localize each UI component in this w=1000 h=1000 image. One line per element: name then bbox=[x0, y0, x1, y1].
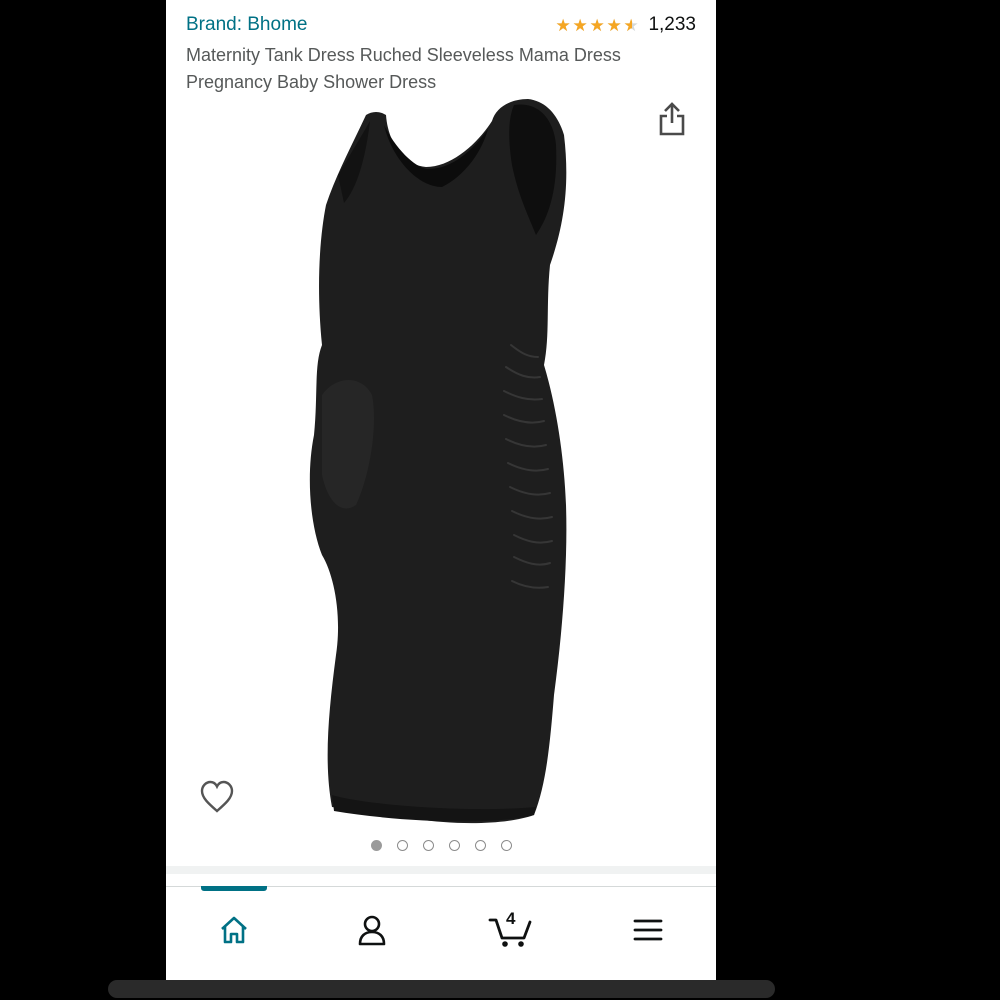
active-tab-indicator bbox=[201, 886, 267, 891]
star-fill: ★ bbox=[555, 16, 571, 34]
star-icon: ★ ★ bbox=[572, 15, 588, 35]
product-title: Maternity Tank Dress Ruched Sleeveless M… bbox=[186, 45, 621, 92]
product-image[interactable] bbox=[166, 95, 716, 835]
bottom-nav: 4 bbox=[166, 886, 716, 980]
pagination-dot[interactable] bbox=[448, 840, 460, 851]
heart-icon bbox=[200, 780, 234, 813]
pagination-dot[interactable] bbox=[500, 840, 512, 851]
nav-account[interactable] bbox=[342, 907, 402, 953]
star-icon: ★ ★ bbox=[606, 15, 622, 35]
star-rating: ★ ★ ★ ★ ★ ★ ★ ★ ★ ★ bbox=[555, 17, 640, 34]
dress-image bbox=[309, 99, 567, 824]
star-icon: ★ ★ bbox=[555, 15, 571, 35]
section-divider bbox=[166, 866, 716, 874]
cart-count-badge: 4 bbox=[506, 909, 516, 928]
nav-home[interactable] bbox=[204, 907, 264, 953]
product-page: Brand: Bhome ★ ★ ★ ★ ★ ★ ★ ★ ★ ★ 1,233 Maternity … bbox=[166, 0, 716, 980]
pagination-dot[interactable] bbox=[370, 840, 382, 851]
pagination-dot[interactable] bbox=[396, 840, 408, 851]
star-icon: ★ ★ bbox=[589, 15, 605, 35]
nav-cart[interactable]: 4 bbox=[480, 907, 540, 953]
nav-menu[interactable] bbox=[618, 907, 678, 953]
brand-link[interactable]: Brand: Bhome bbox=[186, 14, 307, 36]
share-button[interactable] bbox=[656, 101, 688, 137]
wishlist-button[interactable] bbox=[199, 780, 235, 814]
star-icon: ★ ★ bbox=[623, 15, 639, 35]
star-fill: ★ bbox=[606, 16, 622, 34]
share-icon bbox=[659, 102, 685, 136]
home-icon bbox=[221, 916, 247, 944]
account-icon bbox=[358, 915, 386, 946]
pagination-dot[interactable] bbox=[422, 840, 434, 851]
star-fill: ★ bbox=[572, 16, 588, 34]
pagination-dot[interactable] bbox=[474, 840, 486, 851]
star-fill: ★ bbox=[623, 16, 632, 34]
rating-summary[interactable]: ★ ★ ★ ★ ★ ★ ★ ★ ★ ★ 1,233 bbox=[555, 14, 696, 36]
home-indicator-bar bbox=[108, 980, 775, 998]
star-fill: ★ bbox=[589, 16, 605, 34]
image-pagination bbox=[166, 840, 716, 851]
menu-icon bbox=[633, 919, 663, 941]
rating-count: 1,233 bbox=[648, 14, 696, 35]
